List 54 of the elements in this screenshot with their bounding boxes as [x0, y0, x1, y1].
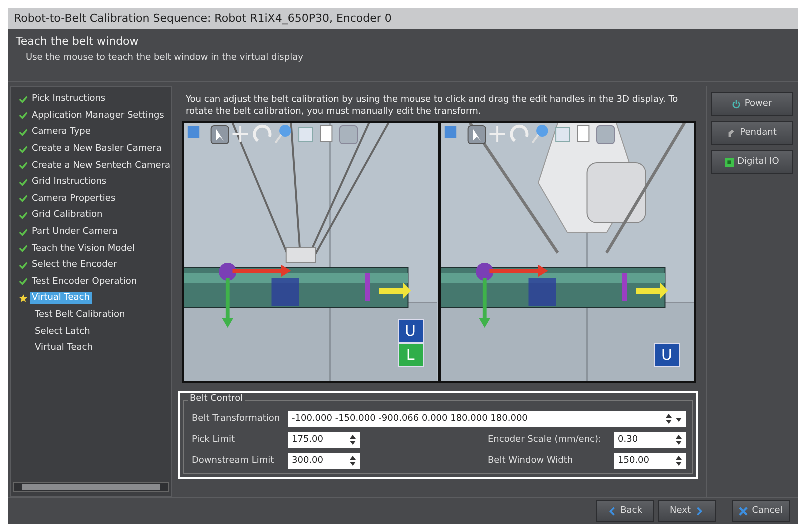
- step-item[interactable]: Virtual Teach: [19, 340, 171, 356]
- chevron-right-icon: [694, 506, 704, 516]
- back-button[interactable]: Back: [596, 500, 654, 522]
- side-button[interactable]: Digital IO: [711, 150, 793, 174]
- cancel-button[interactable]: Cancel: [732, 500, 790, 522]
- spinner-arrows-icon[interactable]: [350, 456, 356, 466]
- power-icon: [732, 100, 741, 108]
- pendant-icon: [727, 128, 736, 138]
- next-button[interactable]: Next: [658, 500, 716, 522]
- spinner-arrows-icon[interactable]: [676, 435, 682, 445]
- field-label: Pick Limit: [192, 435, 236, 445]
- step-item[interactable]: Teach the Vision Model: [19, 240, 171, 257]
- field-label: Downstream Limit: [192, 456, 276, 466]
- spinner-arrows-icon[interactable]: [676, 456, 682, 466]
- star-icon: [19, 294, 28, 303]
- axis-label: L: [398, 343, 424, 367]
- horizontal-scrollbar[interactable]: [13, 482, 169, 492]
- step-item[interactable]: Camera Properties: [19, 190, 171, 208]
- step-item[interactable]: Test Encoder Operation: [19, 274, 171, 290]
- step-item[interactable]: Create a New Sentech Camera: [19, 157, 171, 174]
- number-field[interactable]: 300.00: [288, 453, 360, 469]
- instructions-text: You can adjust the belt calibration by using the mouse to click and drag the edit handles in the 3D display. To rotate the belt calibration, you must manually edit the transform.: [185, 94, 680, 119]
- robot-3d-view-drawing[interactable]: [440, 123, 694, 381]
- step-item[interactable]: Camera Type: [19, 124, 171, 141]
- step-item[interactable]: Part Under Camera: [19, 224, 171, 240]
- robot-3d-view-drawing[interactable]: [184, 123, 438, 381]
- number-field[interactable]: 150.00: [614, 453, 686, 469]
- io-icon: [724, 158, 734, 166]
- field-label: Encoder Scale (mm/enc):: [488, 435, 603, 445]
- step-item[interactable]: Create a New Basler Camera: [19, 140, 171, 158]
- number-field[interactable]: 175.00: [288, 432, 360, 448]
- side-button[interactable]: Power: [711, 92, 793, 116]
- field-label: Belt Transformation: [192, 414, 282, 424]
- chevron-left-icon: [608, 506, 617, 516]
- transformation-field[interactable]: -100.000 -150.000 -900.066 0.000 180.000 180.000: [288, 411, 686, 427]
- group-title: Belt Control: [188, 394, 246, 404]
- number-field[interactable]: 0.30: [614, 432, 686, 448]
- side-button[interactable]: Pendant: [711, 121, 793, 145]
- axis-label: U: [398, 319, 424, 343]
- field-label: Belt Window Width: [488, 456, 574, 466]
- step-item[interactable]: Test Belt Calibration: [19, 306, 171, 324]
- step-item[interactable]: Select the Encoder: [19, 256, 171, 274]
- step-item[interactable]: Grid Instructions: [19, 174, 171, 191]
- window-title: Robot-to-Belt Calibration Sequence: Robot R1iX4_650P30, Encoder 0: [8, 8, 798, 29]
- step-item[interactable]: Select Latch: [19, 323, 171, 340]
- step-item[interactable]: Grid Calibration: [19, 207, 171, 224]
- step-item[interactable]: Application Manager Settings: [19, 108, 171, 124]
- page-title: Teach the belt window: [16, 35, 140, 48]
- spinner-arrows-icon[interactable]: [350, 435, 356, 445]
- page-subtitle: Use the mouse to teach the belt window in the virtual display: [26, 53, 304, 63]
- close-icon: [739, 506, 748, 516]
- spinner-arrows-icon[interactable]: [666, 414, 672, 424]
- step-item[interactable]: Pick Instructions: [19, 91, 171, 108]
- axis-label: U: [654, 343, 680, 367]
